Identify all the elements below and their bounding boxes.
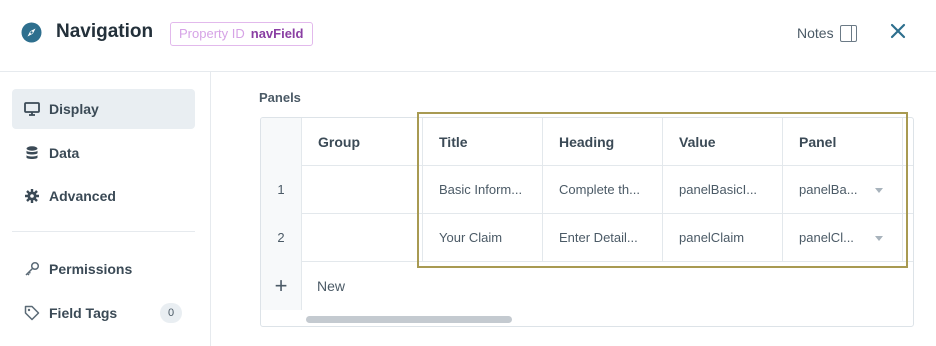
panels-label: Panels xyxy=(259,90,301,105)
chevron-down-icon[interactable] xyxy=(875,236,883,241)
heading-cell[interactable]: Enter Detail... xyxy=(543,214,663,262)
sidebar-item-permissions[interactable]: Permissions xyxy=(12,249,195,289)
scrollbar-thumb[interactable] xyxy=(306,316,512,323)
modal-header: Navigation Property ID navField Notes xyxy=(0,0,936,72)
panel-select[interactable]: panelCl... xyxy=(783,214,903,262)
column-header-title[interactable]: Title xyxy=(423,118,543,166)
compass-icon xyxy=(21,22,42,43)
sidebar-item-field-tags[interactable]: Field Tags 0 xyxy=(12,293,195,333)
page-title: Navigation xyxy=(56,21,154,42)
close-icon[interactable] xyxy=(888,21,908,41)
value-cell[interactable]: panelClaim xyxy=(663,214,783,262)
add-row-label[interactable]: New xyxy=(317,262,345,310)
monitor-icon xyxy=(24,102,40,116)
property-id-label: Property ID xyxy=(179,26,245,41)
chevron-down-icon[interactable] xyxy=(875,188,883,193)
database-icon xyxy=(26,146,38,159)
column-header-panel[interactable]: Panel xyxy=(783,118,903,166)
heading-cell[interactable]: Complete th... xyxy=(543,166,663,214)
sidebar-item-label: Advanced xyxy=(49,188,116,204)
title-cell[interactable]: Basic Inform... xyxy=(423,166,543,214)
property-id-value: navField xyxy=(250,26,304,41)
table-header-row: Group Title Heading Value Panel xyxy=(261,118,913,166)
panel-toggle-icon[interactable] xyxy=(840,25,857,42)
sidebar-divider xyxy=(12,231,195,232)
panel-select[interactable]: panelBa... xyxy=(783,166,903,214)
tag-icon xyxy=(24,305,40,321)
group-cell[interactable] xyxy=(302,166,423,214)
add-row[interactable]: + New xyxy=(261,262,913,310)
column-header-group[interactable]: Group xyxy=(302,118,423,166)
value-cell[interactable]: panelBasicI... xyxy=(663,166,783,214)
panels-table: Group Title Heading Value Panel 1 Basic … xyxy=(260,117,914,327)
sidebar-item-label: Field Tags xyxy=(49,305,118,321)
sidebar-item-label: Permissions xyxy=(49,261,133,277)
sidebar-item-label: Display xyxy=(49,101,99,117)
column-header-heading[interactable]: Heading xyxy=(543,118,663,166)
group-cell[interactable] xyxy=(302,214,423,262)
table-row: 1 Basic Inform... Complete th... panelBa… xyxy=(261,166,913,214)
property-id-badge: Property ID navField xyxy=(170,22,313,46)
row-number-header xyxy=(261,118,302,166)
table-row: 2 Your Claim Enter Detail... panelClaim … xyxy=(261,214,913,262)
row-number: 2 xyxy=(261,214,302,262)
sidebar-item-label: Data xyxy=(49,145,80,161)
row-number: 1 xyxy=(261,166,302,214)
sidebar: Display Data Advanced Permissions Field … xyxy=(0,72,211,346)
title-cell[interactable]: Your Claim xyxy=(423,214,543,262)
horizontal-scrollbar[interactable] xyxy=(261,312,913,326)
sidebar-item-advanced[interactable]: Advanced xyxy=(12,176,195,216)
plus-icon[interactable]: + xyxy=(261,262,302,310)
key-icon xyxy=(25,261,40,276)
notes-button[interactable]: Notes xyxy=(797,25,834,41)
column-header-value[interactable]: Value xyxy=(663,118,783,166)
field-tags-count-badge: 0 xyxy=(160,303,182,323)
sidebar-item-display[interactable]: Display xyxy=(12,89,195,129)
gear-icon xyxy=(25,189,39,203)
sidebar-item-data[interactable]: Data xyxy=(12,133,195,173)
